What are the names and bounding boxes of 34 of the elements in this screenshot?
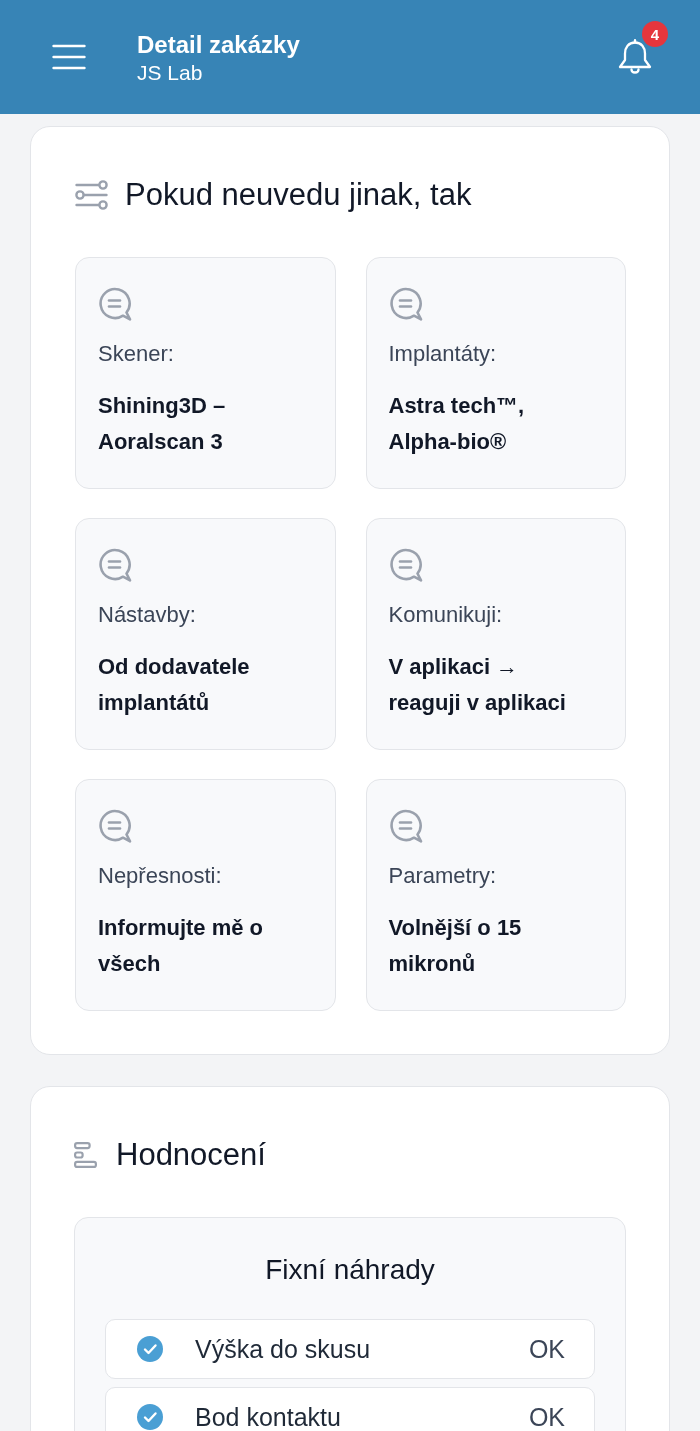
setting-value: Astra tech™, Alpha-bio® (388, 392, 526, 456)
chat-bubble-icon (98, 809, 132, 843)
setting-value: Od dodavatele implantátů (98, 653, 251, 717)
notifications-button[interactable] (618, 39, 652, 75)
notification-badge: 4 (642, 21, 668, 47)
page-title: Detail zakázky (137, 29, 300, 59)
setting-label: Nástavby: (98, 601, 196, 629)
setting-label: Implantáty: (388, 340, 497, 368)
page-subtitle: JS Lab (137, 59, 203, 85)
chat-bubble-icon (388, 809, 423, 843)
chat-bubble-icon (98, 548, 132, 582)
setting-value: Volnější o 15 mikronů (388, 914, 523, 978)
rating-label: Bod kontaktu (195, 1402, 342, 1431)
menu-button[interactable] (52, 44, 86, 70)
setting-value: Shining3D – Aoralscan 3 (98, 392, 227, 456)
setting-value: V aplikaci → reaguji v aplikaci (388, 653, 567, 717)
setting-value: Informujte mě o všech (98, 914, 264, 978)
setting-label: Skener: (98, 340, 174, 368)
bell-icon (618, 39, 652, 75)
card-title: Pokud neuvedu jinak, tak (125, 177, 472, 213)
card-title: Hodnocení (116, 1137, 266, 1173)
chat-bubble-icon (388, 548, 423, 582)
setting-label: Parametry: (388, 862, 497, 890)
sliders-icon (75, 180, 108, 210)
bars-icon (74, 1142, 97, 1168)
panel-title: Fixní náhrady (264, 1253, 436, 1287)
setting-label: Komunikuji: (388, 601, 503, 629)
rating-result: OK (528, 1402, 565, 1431)
chat-bubble-icon (98, 287, 132, 321)
chat-bubble-icon (388, 287, 423, 321)
rating-label: Výška do skusu (195, 1334, 372, 1364)
setting-label: Nepřesnosti: (98, 862, 222, 890)
menu-icon (52, 44, 86, 70)
rating-result: OK (528, 1334, 565, 1364)
